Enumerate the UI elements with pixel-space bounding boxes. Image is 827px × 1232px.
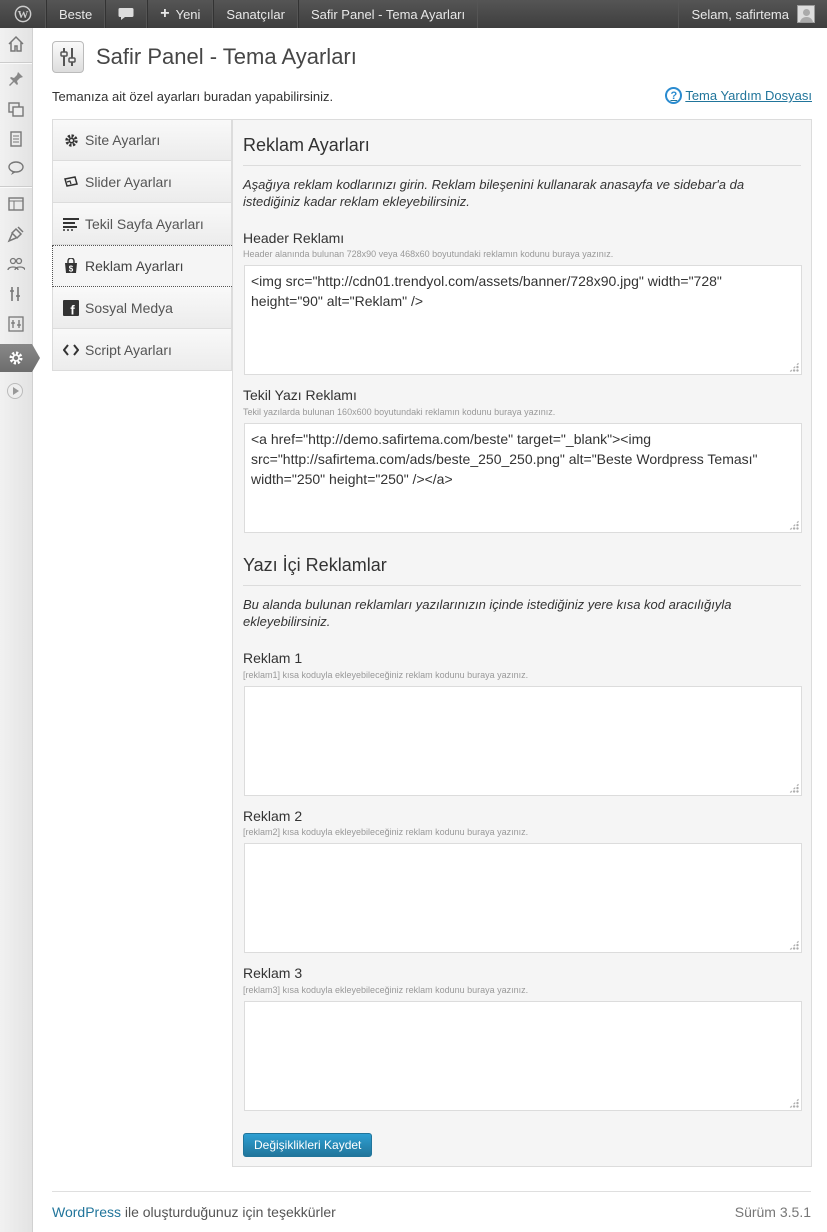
greeting-text: Selam, safirtema (691, 6, 789, 22)
ads-section-title: Reklam Ayarları (243, 135, 370, 155)
tab-label: Slider Ayarları (85, 173, 172, 190)
ad1-label: Reklam 1 (243, 650, 303, 666)
plus-icon: + (160, 5, 170, 22)
ad1-textarea[interactable] (244, 686, 802, 796)
admin-menu (0, 28, 40, 1232)
settings-panel: Reklam Ayarları Aşağıya reklam kodlarını… (232, 119, 812, 1167)
collapse-menu-icon[interactable] (7, 383, 23, 399)
ad1-hint: [reklam1] kısa koduyla ekleyebileceğiniz… (243, 670, 529, 680)
tab-label: Sosyal Medya (85, 299, 173, 316)
page-header: Safir Panel - Tema Ayarları (52, 41, 357, 73)
settings-sliders-icon[interactable] (5, 313, 27, 335)
tab-slider-settings[interactable]: Slider Ayarları (52, 161, 232, 203)
tools-icon[interactable] (5, 283, 27, 305)
footer-text: ile oluşturduğunuz için teşekkürler (120, 1204, 336, 1220)
users-icon[interactable] (5, 253, 27, 275)
admin-bar: W Beste + Yeni Sanatçılar Safir Panel - … (0, 0, 827, 28)
comments-icon[interactable] (105, 0, 148, 28)
svg-text:W: W (17, 9, 28, 21)
help-link-label: Tema Yardım Dosyası (685, 88, 812, 103)
ad3-hint: [reklam3] kısa koduyla ekleyebileceğiniz… (243, 985, 529, 995)
save-changes-button[interactable]: Değişiklikleri Kaydet (243, 1133, 373, 1157)
current-page-link[interactable]: Safir Panel - Tema Ayarları (297, 0, 479, 28)
tab-label: Reklam Ayarları (85, 258, 184, 274)
svg-text:$: $ (69, 265, 74, 274)
lines-icon (63, 216, 79, 232)
plugins-icon[interactable] (5, 223, 27, 245)
wordpress-logo-icon[interactable]: W (0, 0, 46, 28)
code-icon (63, 342, 79, 358)
dashboard-icon[interactable] (5, 33, 27, 55)
help-link[interactable]: ? Tema Yardım Dosyası (665, 87, 812, 104)
facebook-icon: f (63, 299, 79, 316)
ad2-hint: [reklam2] kısa koduyla ekleyebileceğiniz… (243, 827, 529, 837)
inline-ads-section-title: Yazı İçi Reklamlar (243, 555, 387, 575)
bag-icon: $ (63, 258, 79, 274)
my-account-menu[interactable]: Selam, safirtema (678, 0, 827, 28)
question-mark-icon: ? (665, 87, 683, 104)
tab-social-media[interactable]: f Sosyal Medya (52, 287, 232, 329)
tab-label: Script Ayarları (85, 341, 172, 358)
theme-panel-icon (52, 41, 84, 73)
slider-icon (63, 174, 79, 190)
gear-icon (63, 132, 79, 148)
single-ad-label: Tekil Yazı Reklamı (243, 387, 357, 403)
single-ad-textarea[interactable]: <a href="http://demo.safirtema.com/beste… (244, 423, 802, 533)
header-ad-label: Header Reklamı (243, 230, 345, 246)
ad2-label: Reklam 2 (243, 808, 303, 824)
site-name-link[interactable]: Beste (46, 0, 106, 28)
comments-menu-icon[interactable] (5, 157, 27, 179)
menu-item-link[interactable]: Sanatçılar (213, 0, 298, 28)
wordpress-link[interactable]: WordPress (52, 1204, 121, 1220)
ad2-textarea[interactable] (244, 843, 802, 953)
tab-label: Tekil Sayfa Ayarları (85, 215, 204, 232)
tab-ad-settings[interactable]: $ Reklam Ayarları (52, 245, 232, 287)
svg-text:f: f (70, 302, 75, 316)
new-content-button[interactable]: + Yeni (147, 0, 214, 28)
version-text: Sürüm 3.5.1 (734, 1204, 811, 1220)
tab-script-settings[interactable]: Script Ayarları (52, 329, 232, 371)
posts-pin-icon[interactable] (5, 68, 27, 90)
inline-ads-section-description: Bu alanda bulunan reklamları yazılarınız… (243, 597, 732, 629)
page-title: Safir Panel - Tema Ayarları (96, 44, 357, 69)
appearance-icon[interactable] (5, 193, 27, 215)
ads-section-description: Aşağıya reklam kodlarınızı girin. Reklam… (243, 177, 745, 209)
footer-thanks: WordPress ile oluşturduğunuz için teşekk… (52, 1204, 336, 1220)
ad3-label: Reklam 3 (243, 965, 303, 981)
settings-tabs: Site Ayarları Slider Ayarları Tekil Sayf… (52, 119, 232, 371)
media-icon[interactable] (5, 98, 27, 120)
tab-label: Site Ayarları (85, 132, 161, 148)
header-ad-hint: Header alanında bulunan 728x90 veya 468x… (243, 249, 614, 259)
ad3-textarea[interactable] (244, 1001, 802, 1111)
single-ad-hint: Tekil yazılarda bulunan 160x600 boyutund… (243, 407, 556, 417)
new-label: Yeni (175, 6, 201, 22)
tab-site-settings[interactable]: Site Ayarları (52, 119, 232, 161)
page-description: Temanıza ait özel ayarları buradan yapab… (52, 89, 334, 104)
header-ad-textarea[interactable]: <img src="http://cdn01.trendyol.com/asse… (244, 265, 802, 375)
tab-single-page-settings[interactable]: Tekil Sayfa Ayarları (52, 203, 232, 245)
pages-icon[interactable] (5, 128, 27, 150)
theme-options-gear-icon[interactable] (5, 347, 27, 369)
avatar (797, 5, 815, 23)
